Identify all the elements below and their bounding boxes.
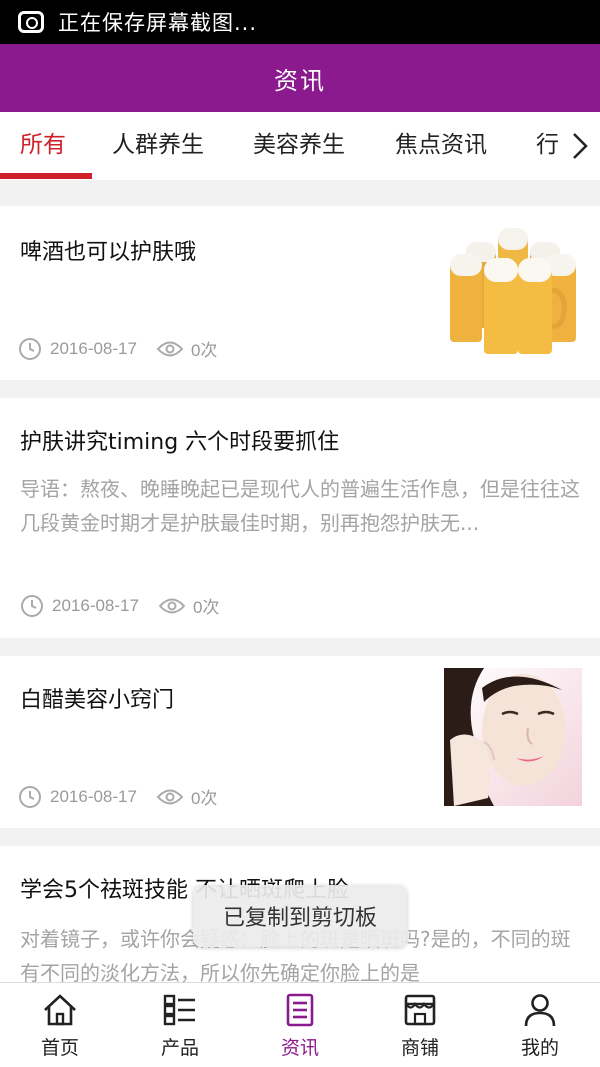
bottom-nav: 首页 产品 资讯 商铺 我的	[0, 982, 600, 1067]
nav-label: 商铺	[400, 1037, 439, 1059]
article-date: 2016-08-17	[50, 786, 137, 806]
clock-icon	[19, 785, 41, 808]
nav-shop[interactable]: 商铺	[360, 983, 480, 1067]
nav-label: 首页	[40, 1037, 79, 1059]
eye-icon	[156, 341, 183, 356]
eye-icon	[158, 598, 185, 613]
nav-profile[interactable]: 我的	[480, 983, 600, 1067]
article-title: 护肤讲究timing 六个时段要抓住	[20, 430, 340, 455]
article-meta: 2016-08-17 0次	[20, 593, 219, 618]
status-text: 正在保存屏幕截图...	[58, 11, 258, 35]
news-icon	[286, 993, 314, 1027]
clock-icon	[21, 594, 43, 617]
article-card[interactable]: 护肤讲究timing 六个时段要抓住 导语：熬夜、晚睡晚起已是现代人的普遍生活作…	[0, 398, 600, 638]
article-views: 0次	[190, 341, 218, 360]
tab-focus-news[interactable]: 焦点资讯	[395, 112, 487, 180]
shop-icon	[404, 994, 436, 1026]
article-card[interactable]: 白醋美容小窍门 2016-08-17 0次	[0, 656, 600, 828]
nav-label: 我的	[520, 1037, 559, 1059]
tabs-scroll-right-button[interactable]	[560, 112, 600, 180]
article-views: 0次	[190, 789, 218, 808]
tab-crowd-health[interactable]: 人群养生	[112, 112, 204, 180]
tab-industry[interactable]: 行	[536, 112, 559, 180]
beer-mugs-image	[444, 220, 582, 358]
article-meta: 2016-08-17 0次	[18, 336, 217, 361]
nav-label: 产品	[160, 1037, 199, 1059]
tab-all[interactable]: 所有	[20, 112, 66, 180]
article-views: 0次	[192, 598, 220, 617]
toast-message: 已复制到剪切板	[193, 885, 407, 947]
nav-home[interactable]: 首页	[0, 983, 120, 1067]
eye-icon	[156, 789, 183, 804]
article-meta: 2016-08-17 0次	[18, 784, 217, 809]
app-header: 资讯	[0, 44, 600, 112]
clock-icon	[19, 337, 41, 360]
nav-label: 资讯	[280, 1037, 319, 1059]
list-icon	[163, 994, 195, 1026]
article-summary: 导语：熬夜、晚睡晚起已是现代人的普遍生活作息，但是往往这几段黄金时期才是护肤最佳…	[20, 477, 580, 535]
status-bar: 正在保存屏幕截图...	[0, 0, 600, 44]
woman-face-image	[444, 668, 582, 806]
active-tab-indicator	[0, 173, 92, 179]
nav-news[interactable]: 资讯	[240, 983, 360, 1067]
chevron-right-icon	[573, 133, 588, 159]
screenshot-icon	[18, 11, 44, 33]
category-tabs: 所有 人群养生 美容养生 焦点资讯 行	[0, 112, 600, 180]
tab-beauty-health[interactable]: 美容养生	[253, 112, 345, 180]
home-icon	[44, 994, 76, 1026]
user-icon	[524, 994, 556, 1027]
article-date: 2016-08-17	[52, 595, 139, 615]
article-title: 白醋美容小窍门	[20, 688, 175, 713]
article-date: 2016-08-17	[50, 338, 137, 358]
nav-products[interactable]: 产品	[120, 983, 240, 1067]
page-title: 资讯	[274, 66, 326, 95]
article-card[interactable]: 啤酒也可以护肤哦 2016-08-17 0次	[0, 206, 600, 380]
article-title: 啤酒也可以护肤哦	[20, 240, 197, 265]
